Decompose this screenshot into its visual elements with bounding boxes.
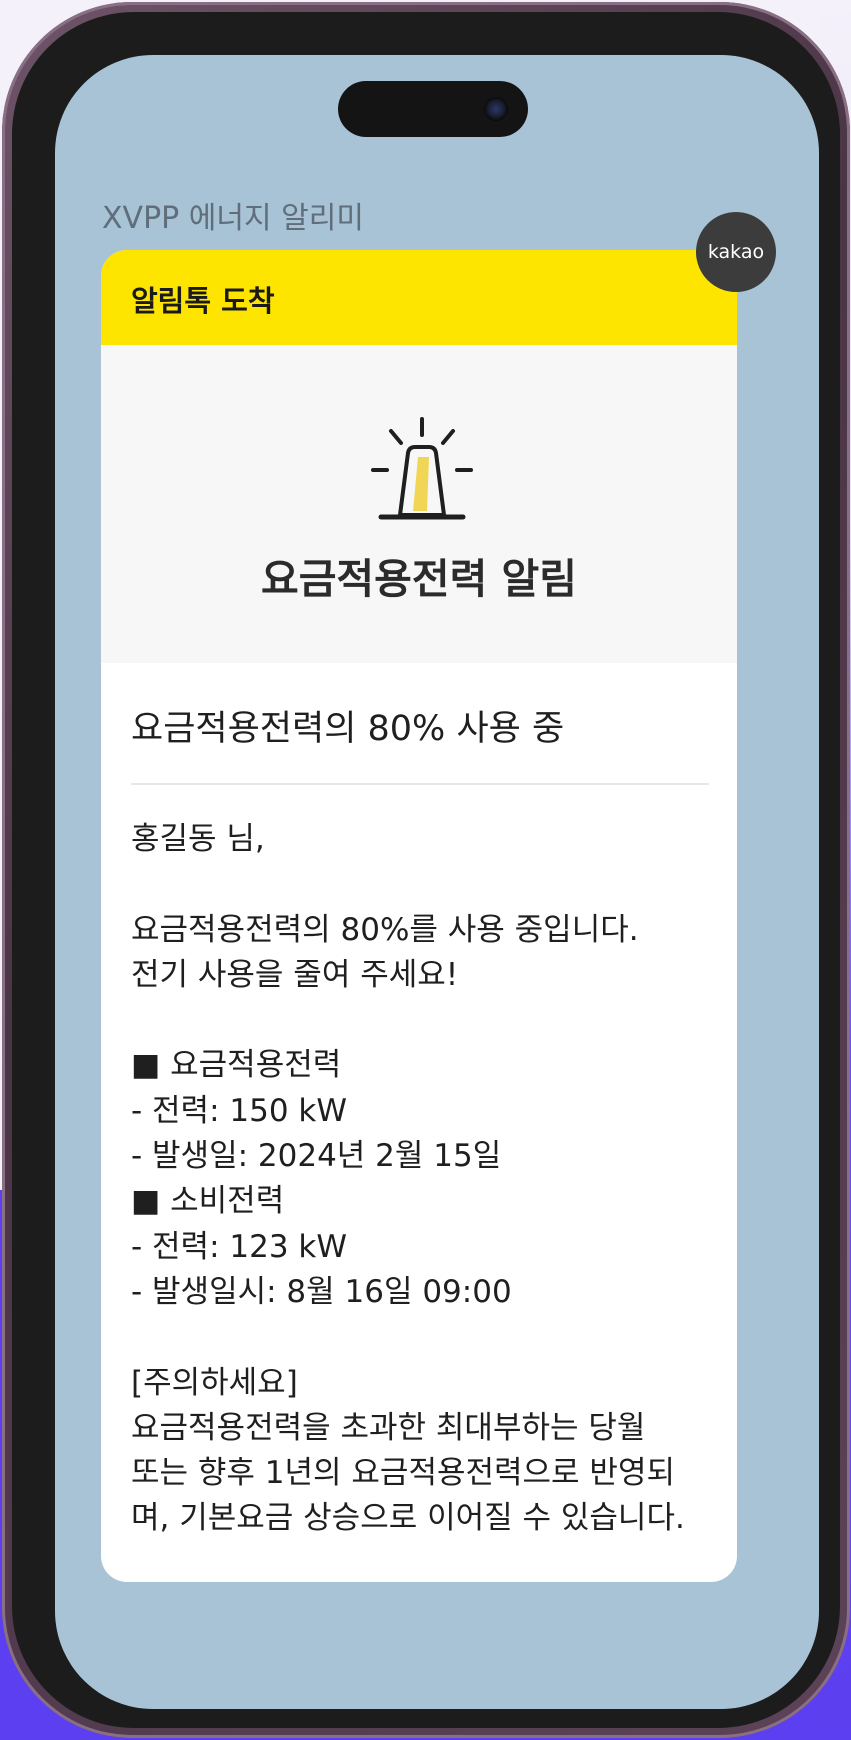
- section-heading: ■ 소비전력: [131, 1183, 285, 1220]
- notice-line: 며, 기본요금 상승으로 이어질 수 있습니다.: [131, 1500, 685, 1537]
- notice-line: 요금적용전력을 초과한 최대부하는 당월: [131, 1409, 646, 1446]
- kakao-badge: kakao: [696, 212, 776, 292]
- message-line: 전기 사용을 줄여 주세요!: [131, 956, 459, 993]
- app-title: XVPP 에너지 알리미: [102, 201, 364, 236]
- phone-screen: XVPP 에너지 알리미 kakao 알림톡 도착 요금적용전력 알림 요금적용…: [55, 55, 819, 1709]
- section-heading: ■ 요금적용전력: [131, 1047, 342, 1084]
- card-header: 알림톡 도착: [101, 250, 737, 345]
- hero-title: 요금적용전력 알림: [260, 555, 578, 603]
- divider: [131, 783, 709, 785]
- message-body: 홍길동 님, 요금적용전력의 80%를 사용 중입니다. 전기 사용을 줄여 주…: [131, 817, 721, 1542]
- section-item: - 전력: 123 kW: [131, 1228, 348, 1265]
- dynamic-island: [338, 81, 528, 137]
- greeting: 홍길동 님,: [131, 821, 265, 857]
- notice-title: [주의하세요]: [131, 1364, 298, 1401]
- alimtalk-card[interactable]: 알림톡 도착 요금적용전력 알림 요금적용전력의 80% 사용 중 홍길동 님,…: [101, 250, 737, 1582]
- hero-banner: 요금적용전력 알림: [101, 345, 737, 663]
- section-item: - 발생일시: 8월 16일 09:00: [131, 1273, 512, 1310]
- section-item: - 발생일: 2024년 2월 15일: [131, 1138, 502, 1175]
- phone-bezel: XVPP 에너지 알리미 kakao 알림톡 도착 요금적용전력 알림 요금적용…: [12, 12, 840, 1728]
- message-line: 요금적용전력의 80%를 사용 중입니다.: [131, 911, 639, 948]
- camera-icon: [484, 97, 508, 121]
- message-subject: 요금적용전력의 80% 사용 중: [131, 709, 565, 749]
- siren-icon: [371, 417, 473, 520]
- notice-line: 또는 향후 1년의 요금적용전력으로 반영되: [131, 1455, 675, 1492]
- section-item: - 전력: 150 kW: [131, 1092, 348, 1129]
- phone-frame: XVPP 에너지 알리미 kakao 알림톡 도착 요금적용전력 알림 요금적용…: [2, 2, 850, 1738]
- card-header-title: 알림톡 도착: [131, 284, 275, 318]
